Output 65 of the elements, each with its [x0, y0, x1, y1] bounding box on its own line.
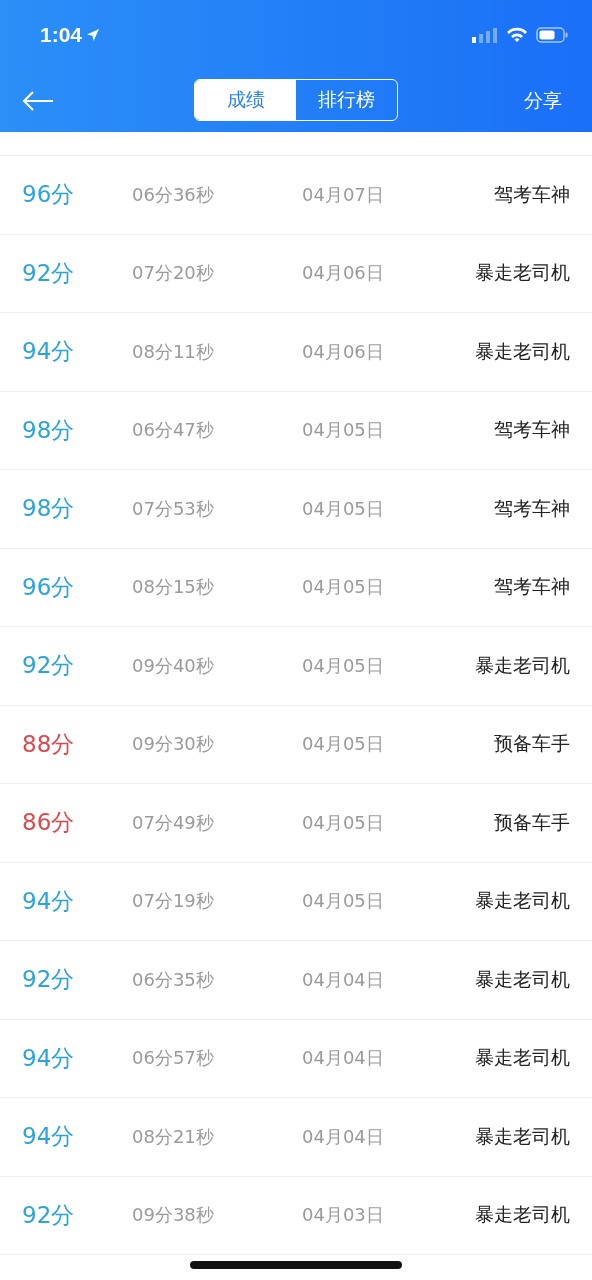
duration: 09分38秒 [132, 1203, 214, 1228]
rank-title: 暴走老司机 [475, 1045, 570, 1071]
duration: 08分11秒 [132, 339, 214, 364]
rank-title: 暴走老司机 [475, 966, 570, 992]
duration: 08分15秒 [132, 575, 214, 600]
rank-title: 驾考车神 [494, 574, 570, 600]
date: 04月05日 [302, 575, 384, 600]
battery-icon [536, 27, 568, 43]
rank-title: 驾考车神 [494, 495, 570, 521]
rank-title: 预备车手 [494, 731, 570, 757]
duration: 06分36秒 [132, 182, 214, 207]
score: 88分 [22, 729, 76, 759]
date: 04月05日 [302, 496, 384, 521]
duration: 07分20秒 [132, 261, 214, 286]
date: 04月05日 [302, 653, 384, 678]
score: 98分 [22, 415, 76, 445]
rank-title: 暴走老司机 [475, 888, 570, 914]
score: 98分 [22, 494, 76, 524]
duration: 07分49秒 [132, 810, 214, 835]
duration: 07分19秒 [132, 889, 214, 914]
rank-title: 暴走老司机 [475, 1123, 570, 1149]
share-button[interactable]: 分享 [524, 88, 562, 114]
score: 94分 [22, 1043, 76, 1073]
score: 86分 [22, 808, 76, 838]
score: 94分 [22, 886, 76, 916]
score: 96分 [22, 572, 76, 602]
segment-tab[interactable]: 排行榜 [296, 80, 397, 120]
duration: 09分30秒 [132, 732, 214, 757]
date: 04月07日 [302, 182, 384, 207]
date: 04月04日 [302, 1046, 384, 1071]
rank-title: 驾考车神 [494, 417, 570, 443]
rank-title: 驾考车神 [494, 181, 570, 207]
score: 92分 [22, 258, 76, 288]
date: 04月04日 [302, 967, 384, 992]
score: 94分 [22, 337, 76, 367]
status-time: 1:04 [40, 23, 83, 47]
rank-title: 暴走老司机 [475, 1202, 570, 1228]
location-arrow-icon [86, 28, 101, 42]
wifi-icon [506, 27, 528, 43]
rank-title: 暴走老司机 [475, 260, 570, 286]
signal-icon [472, 27, 498, 43]
date: 04月05日 [302, 418, 384, 443]
date: 04月05日 [302, 810, 384, 835]
duration: 06分47秒 [132, 418, 214, 443]
segment-tab[interactable]: 成绩 [195, 80, 296, 120]
duration: 06分35秒 [132, 967, 214, 992]
date: 04月03日 [302, 1203, 384, 1228]
score: 92分 [22, 965, 76, 995]
rank-title: 暴走老司机 [475, 652, 570, 678]
rank-title: 暴走老司机 [475, 338, 570, 364]
score: 94分 [22, 1122, 76, 1152]
score: 96分 [22, 180, 76, 210]
score: 92分 [22, 1200, 76, 1230]
date: 04月04日 [302, 1124, 384, 1149]
date: 04月06日 [302, 339, 384, 364]
date: 04月05日 [302, 889, 384, 914]
duration: 08分21秒 [132, 1124, 214, 1149]
score: 92分 [22, 651, 76, 681]
duration: 07分53秒 [132, 496, 214, 521]
rank-title: 预备车手 [494, 809, 570, 835]
duration: 06分57秒 [132, 1046, 214, 1071]
back-button[interactable] [22, 90, 54, 112]
date: 04月05日 [302, 732, 384, 757]
date: 04月06日 [302, 261, 384, 286]
duration: 09分40秒 [132, 653, 214, 678]
